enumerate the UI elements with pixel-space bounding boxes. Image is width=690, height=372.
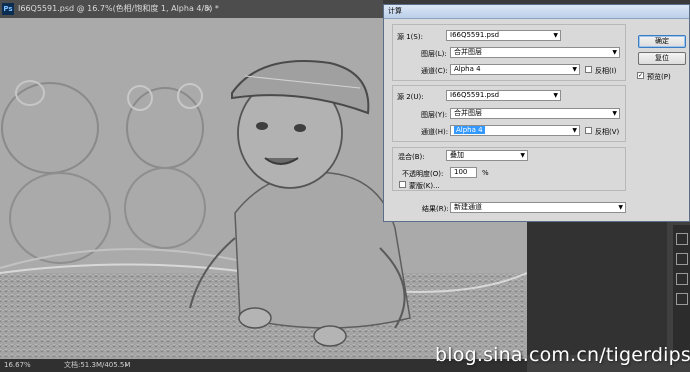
source2-file-value: I66Q5591.psd (450, 91, 500, 99)
panel-toggle-icon[interactable] (676, 233, 688, 245)
source1-layer-label: 图层(L): (421, 50, 447, 58)
zoom-level[interactable]: 16.67% (4, 359, 31, 372)
source1-invert-label: 反相(I) (595, 67, 617, 75)
source2-channel-value: Alpha 4 (454, 126, 485, 134)
photoshop-icon: Ps (2, 3, 14, 15)
document-size: 文档:51.3M/405.5M (64, 361, 131, 369)
ok-button[interactable]: 确定 (638, 35, 686, 48)
chevron-down-icon: ▼ (553, 92, 558, 99)
opacity-input[interactable]: 100 (450, 167, 477, 178)
source2-invert-checkbox[interactable] (585, 127, 592, 134)
status-menu-icon[interactable]: ▸ (125, 359, 129, 372)
panel-toggle-icon[interactable] (676, 273, 688, 285)
panel-icon-strip (673, 225, 690, 355)
calculations-dialog: 计算 源 1(S): I66Q5591.psd ▼ 图层(L): 合并图层 ▼ 通道… (383, 4, 690, 222)
result-value: 新建通道 (454, 203, 482, 211)
blending-label: 混合(B): (398, 153, 425, 161)
chevron-down-icon: ▼ (572, 127, 577, 134)
chevron-down-icon: ▼ (553, 32, 558, 39)
source2-file-select[interactable]: I66Q5591.psd ▼ (446, 90, 561, 101)
source2-channel-select[interactable]: Alpha 4 ▼ (450, 125, 580, 136)
source2-layer-select[interactable]: 合并图层 ▼ (450, 108, 620, 119)
source1-file-select[interactable]: I66Q5591.psd ▼ (446, 30, 561, 41)
source1-invert-checkbox[interactable] (585, 66, 592, 73)
dialog-title[interactable]: 计算 (384, 5, 689, 19)
reset-button[interactable]: 复位 (638, 52, 686, 65)
source2-layer-label: 图层(Y): (421, 111, 448, 119)
source1-layer-select[interactable]: 合并图层 ▼ (450, 47, 620, 58)
source1-label: 源 1(S): (397, 33, 423, 41)
panel-toggle-icon[interactable] (676, 293, 688, 305)
document-tab[interactable]: Ps I66Q5591.psd @ 16.7%(色相/饱和度 1, Alpha … (0, 0, 383, 19)
source2-label: 源 2(U): (397, 93, 424, 101)
opacity-label: 不透明度(O): (402, 170, 444, 178)
close-tab-icon[interactable]: × (205, 0, 212, 18)
chevron-down-icon: ▼ (612, 49, 617, 56)
source1-file-value: I66Q5591.psd (450, 31, 500, 39)
chevron-down-icon: ▼ (572, 66, 577, 73)
source1-channel-label: 通道(C): (421, 67, 448, 75)
document-title: I66Q5591.psd @ 16.7%(色相/饱和度 1, Alpha 4/8… (18, 4, 219, 13)
opacity-value: 100 (454, 168, 468, 176)
result-select[interactable]: 新建通道 ▼ (450, 202, 626, 213)
panel-dock (527, 200, 667, 355)
panel-toggle-icon[interactable] (676, 253, 688, 265)
blending-mode-select[interactable]: 叠加 ▼ (446, 150, 528, 161)
chevron-down-icon: ▼ (612, 110, 617, 117)
chevron-down-icon: ▼ (618, 204, 623, 211)
preview-checkbox[interactable]: ✓ (637, 72, 644, 79)
source1-layer-value: 合并图层 (454, 48, 482, 56)
preview-label: 预览(P) (647, 73, 671, 81)
mask-label[interactable]: 蒙版(K)... (409, 181, 440, 191)
source2-layer-value: 合并图层 (454, 109, 482, 117)
source2-channel-label: 通道(H): (421, 128, 449, 136)
chevron-down-icon: ▼ (520, 152, 525, 159)
mask-checkbox[interactable] (399, 181, 406, 188)
blog-watermark: blog.sina.com.cn/tigerdips (435, 344, 690, 366)
result-label: 结果(R): (422, 205, 449, 213)
source1-channel-select[interactable]: Alpha 4 ▼ (450, 64, 580, 75)
source1-channel-value: Alpha 4 (454, 65, 481, 73)
opacity-unit: % (482, 169, 489, 177)
source2-invert-label: 反相(V) (595, 128, 620, 136)
blending-mode-value: 叠加 (450, 151, 464, 159)
